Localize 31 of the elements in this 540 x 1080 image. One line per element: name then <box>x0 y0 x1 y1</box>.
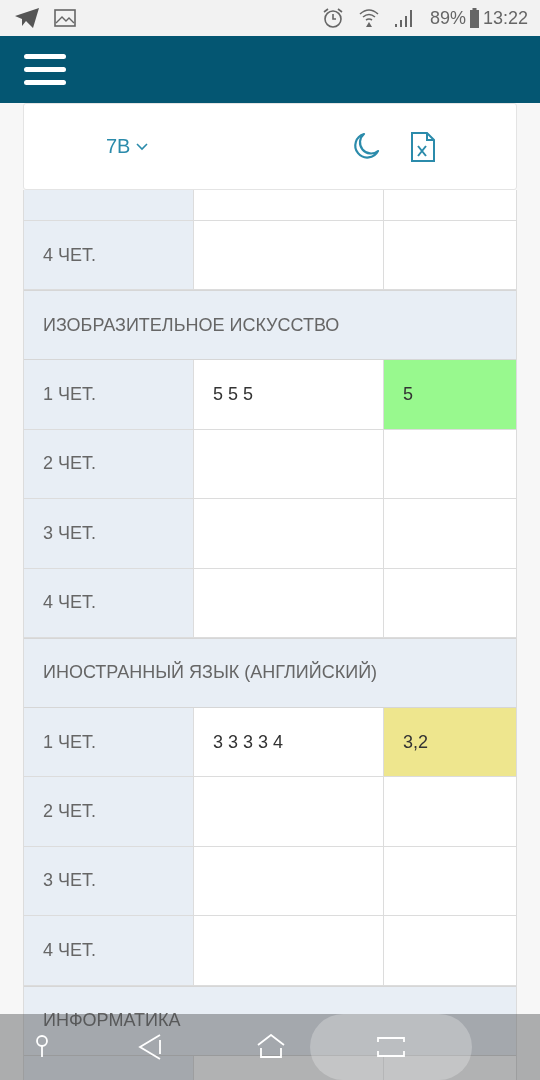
quarter-cell: 1 ЧЕТ. <box>24 707 193 777</box>
battery-icon <box>469 8 479 28</box>
battery-percent: 89% <box>429 7 466 29</box>
subject-title: ИЗОБРАЗИТЕЛЬНОЕ ИСКУССТВО <box>43 314 340 336</box>
paper-plane-icon <box>14 7 40 29</box>
menu-button[interactable] <box>24 53 66 86</box>
quarter-cell: 3 ЧЕТ. <box>24 499 193 568</box>
quarter-cell: 4 ЧЕТ. <box>24 916 193 985</box>
image-icon <box>54 9 76 27</box>
quarter-cell: 1 ЧЕТ. <box>24 360 193 429</box>
alarm-clock-icon <box>321 7 344 29</box>
chevron-down-icon <box>136 142 149 151</box>
average-cell: 3,2 <box>384 707 516 777</box>
quarter-cell: 2 ЧЕТ. <box>24 777 193 846</box>
pin-icon[interactable] <box>35 1034 49 1058</box>
average-cell: 5 <box>384 360 516 429</box>
back-icon[interactable] <box>138 1034 162 1060</box>
quarter-cell: 4 ЧЕТ. <box>24 568 193 637</box>
subject-title: ИНОСТРАННЫЙ ЯЗЫК (АНГЛИЙСКИЙ) <box>43 662 378 684</box>
home-icon[interactable] <box>256 1034 286 1058</box>
subject-title: ИНФОРМАТИКА <box>43 1010 181 1031</box>
excel-export-button[interactable] <box>410 131 436 162</box>
marks-cell: 5 5 5 <box>193 360 384 429</box>
quarter-cell: 3 ЧЕТ. <box>24 846 193 916</box>
class-dropdown[interactable]: 7В <box>106 135 149 158</box>
marks-cell: 3 3 3 3 4 <box>193 707 384 777</box>
quarter-cell: 4 ЧЕТ. <box>24 221 193 290</box>
recents-icon <box>377 1036 405 1058</box>
wifi-icon <box>357 7 380 29</box>
clock-time: 13:22 <box>482 7 528 29</box>
quarter-cell: 2 ЧЕТ. <box>24 429 193 499</box>
